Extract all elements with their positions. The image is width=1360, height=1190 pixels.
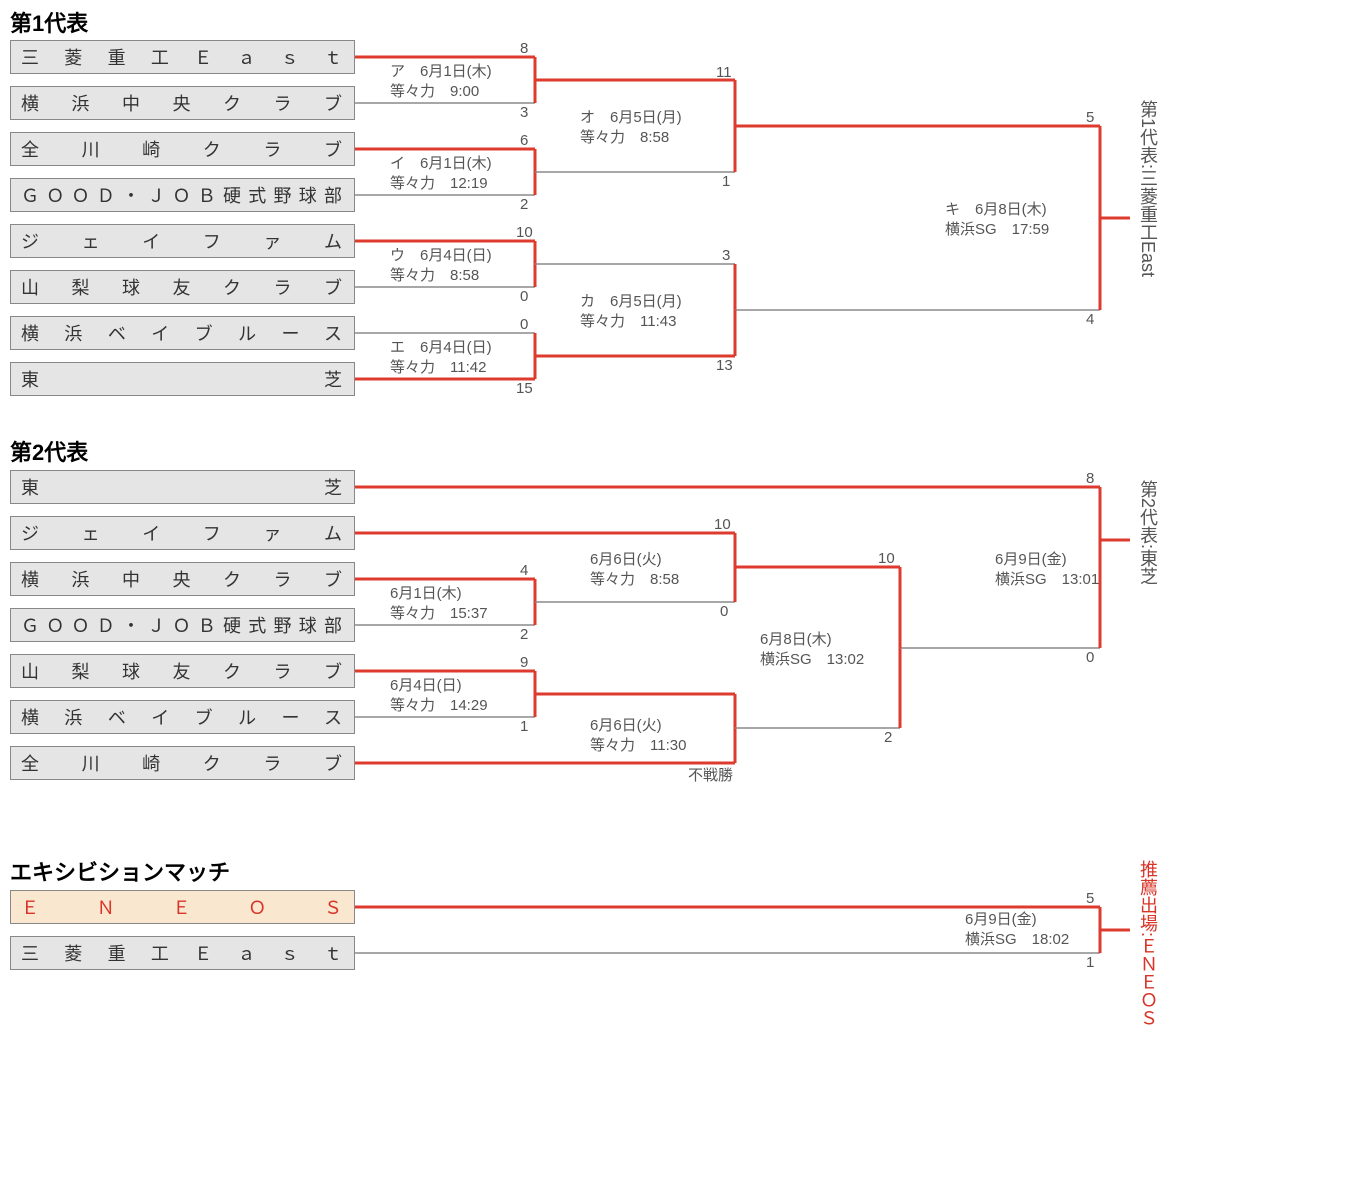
match-info: 6月6日(火) 等々力 8:58 xyxy=(590,550,679,590)
match-info: 6月1日(木) 等々力 15:37 xyxy=(390,584,488,624)
score: 5 xyxy=(1086,109,1094,126)
score: 15 xyxy=(516,380,533,397)
score: 10 xyxy=(714,516,731,533)
score: 0 xyxy=(1086,649,1094,666)
score: 8 xyxy=(520,40,528,57)
score: 2 xyxy=(520,626,528,643)
score: 2 xyxy=(884,729,892,746)
match-info: ア 6月1日(木) 等々力 9:00 xyxy=(390,62,492,102)
score: 9 xyxy=(520,654,528,671)
score: 0 xyxy=(520,288,528,305)
match-info: 6月9日(金) 横浜SG 18:02 xyxy=(965,910,1069,950)
winner-label: 第2代表:東芝 xyxy=(1135,480,1161,585)
score: 6 xyxy=(520,132,528,149)
score: 13 xyxy=(716,357,733,374)
score: 0 xyxy=(720,603,728,620)
winner-label: 推薦出場:ＥＮＥＯＳ xyxy=(1135,860,1161,1027)
walkover: 不戦勝 xyxy=(688,764,733,785)
match-info: キ 6月8日(木) 横浜SG 17:59 xyxy=(945,200,1049,240)
score: 4 xyxy=(520,562,528,579)
winner-label: 第1代表:三菱重工East xyxy=(1135,100,1161,277)
score: 0 xyxy=(520,316,528,333)
match-info: カ 6月5日(月) 等々力 11:43 xyxy=(580,292,682,332)
score: 10 xyxy=(878,550,895,567)
score: 3 xyxy=(722,247,730,264)
score: 11 xyxy=(716,64,732,81)
match-info: オ 6月5日(月) 等々力 8:58 xyxy=(580,108,682,148)
match-info: 6月6日(火) 等々力 11:30 xyxy=(590,716,686,756)
match-info: ウ 6月4日(日) 等々力 8:58 xyxy=(390,246,492,286)
score: 1 xyxy=(722,173,730,190)
score: 8 xyxy=(1086,470,1094,487)
score: 3 xyxy=(520,104,528,121)
match-info: イ 6月1日(木) 等々力 12:19 xyxy=(390,154,492,194)
score: 4 xyxy=(1086,311,1094,328)
match-info: 6月4日(日) 等々力 14:29 xyxy=(390,676,488,716)
score: 1 xyxy=(1086,954,1094,971)
score: 2 xyxy=(520,196,528,213)
match-info: エ 6月4日(日) 等々力 11:42 xyxy=(390,338,492,378)
match-info: 6月8日(木) 横浜SG 13:02 xyxy=(760,630,864,670)
score: 5 xyxy=(1086,890,1094,907)
score: 10 xyxy=(516,224,533,241)
match-info: 6月9日(金) 横浜SG 13:01 xyxy=(995,550,1099,590)
score: 1 xyxy=(520,718,528,735)
